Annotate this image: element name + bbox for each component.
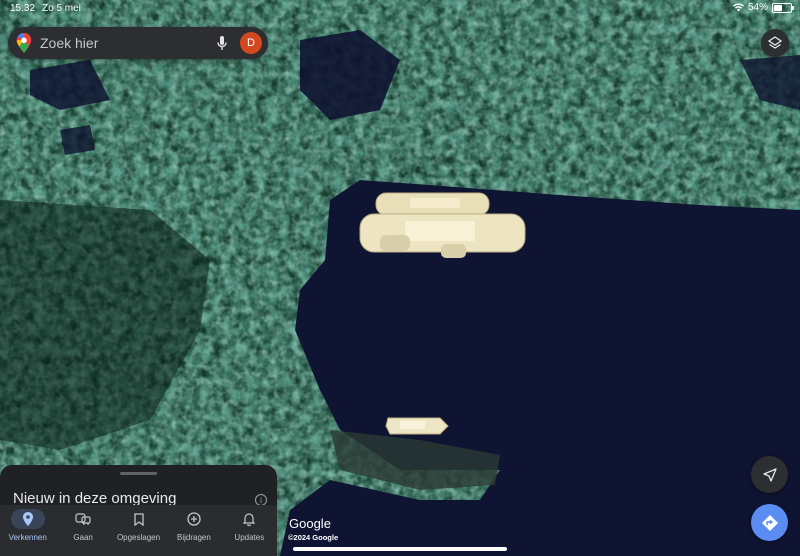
nav-item-verkennen[interactable]: Verkennen — [0, 505, 55, 556]
search-input[interactable]: Zoek hier — [40, 35, 212, 51]
nav-item-updates[interactable]: Updates — [222, 505, 277, 556]
map-copyright: ©2024 Google — [288, 533, 339, 542]
drag-handle[interactable] — [120, 472, 157, 475]
nav-item-opgeslagen[interactable]: Opgeslagen — [111, 505, 166, 556]
battery-percentage: 54% — [747, 2, 768, 13]
battery-icon — [772, 2, 794, 13]
status-time: 15:32 — [10, 3, 36, 14]
location-pin-icon — [10, 509, 45, 529]
bottom-sheet[interactable]: Nieuw in deze omgeving i Verkennen Gaan … — [0, 465, 277, 556]
nav-item-gaan[interactable]: Gaan — [55, 505, 110, 556]
nav-item-bijdragen[interactable]: Bijdragen — [166, 505, 221, 556]
directions-icon — [761, 514, 778, 531]
microphone-icon[interactable] — [212, 33, 232, 53]
layers-button[interactable] — [761, 29, 789, 57]
navigation-arrow-icon — [762, 467, 777, 482]
bookmark-icon — [122, 509, 156, 529]
home-indicator[interactable] — [293, 547, 507, 551]
nav-label: Updates — [234, 533, 265, 542]
my-location-button[interactable] — [751, 456, 788, 493]
directions-button[interactable] — [751, 504, 788, 541]
status-bar: 15:32 Zo 5 mei 54% — [0, 0, 800, 16]
wifi-icon — [732, 3, 744, 12]
google-maps-pin-icon — [16, 33, 32, 53]
account-avatar[interactable]: D — [240, 32, 262, 54]
battery-fill — [774, 4, 782, 11]
bell-icon — [232, 509, 266, 529]
add-circle-icon — [177, 509, 211, 529]
nav-label: Opgeslagen — [116, 533, 161, 542]
status-right: 54% — [732, 2, 794, 13]
search-bar[interactable]: Zoek hier D — [8, 27, 268, 59]
nav-label: Bijdragen — [177, 533, 211, 542]
nav-label: Gaan — [73, 533, 93, 542]
status-date: Zo 5 mei — [42, 3, 81, 14]
layers-icon — [768, 36, 782, 49]
google-logo: Google — [289, 516, 331, 531]
nav-label: Verkennen — [8, 533, 47, 542]
bottom-navigation: Verkennen Gaan Opgeslagen Bijdragen Upda… — [0, 505, 277, 556]
commute-icon — [66, 509, 100, 529]
